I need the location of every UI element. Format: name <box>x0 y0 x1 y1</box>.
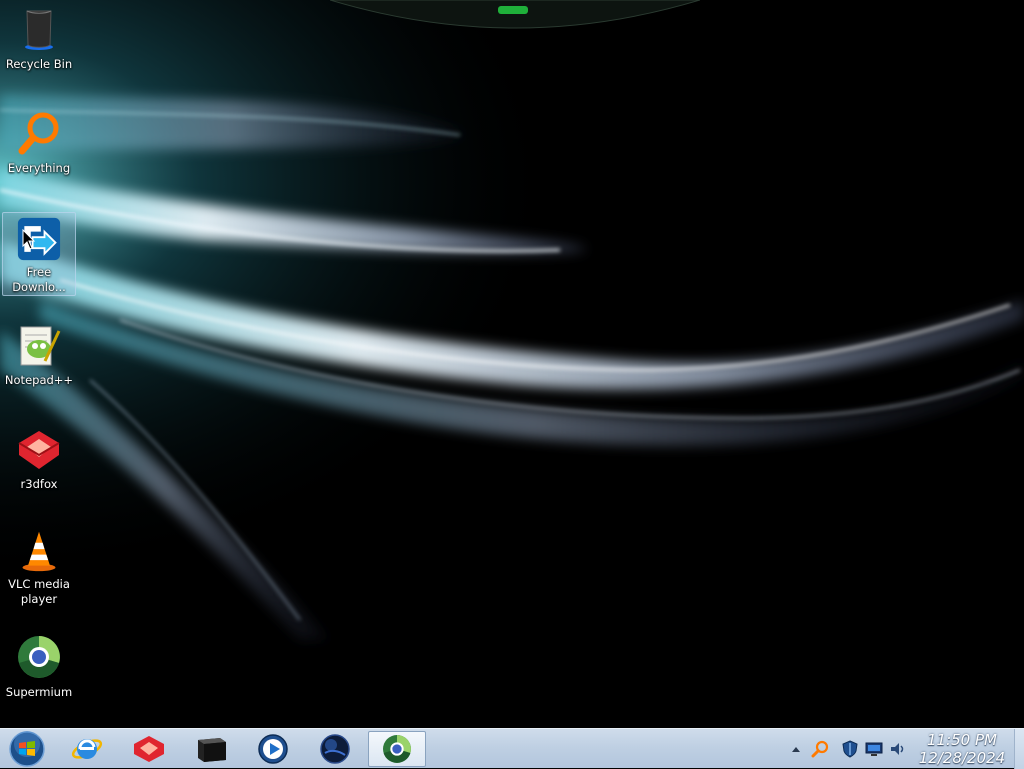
taskbar-terminal[interactable] <box>182 731 240 767</box>
security-shield-icon <box>842 740 858 758</box>
desktop-icon-label: Notepad++ <box>4 373 74 387</box>
taskbar-browser-globe[interactable] <box>306 731 364 767</box>
desktop-icon-label: Free Downlo... <box>12 265 66 294</box>
internet-explorer-icon <box>71 739 103 759</box>
terminal-icon <box>198 738 226 762</box>
taskbar-r3dfox[interactable] <box>120 731 178 767</box>
desktop-icon-column: Recycle Bin Everything Free Downlo... No… <box>0 0 80 728</box>
r3dfox-icon <box>18 431 60 469</box>
notepad-plus-plus-icon <box>20 326 61 366</box>
start-button[interactable] <box>0 731 54 767</box>
browser-globe-icon <box>320 734 350 764</box>
top-notch-decoration <box>330 0 700 29</box>
desktop-icon-recycle-bin[interactable]: Recycle Bin <box>2 0 76 84</box>
desktop-icon-label: Recycle Bin <box>5 57 73 71</box>
r3dfox-icon <box>134 736 164 762</box>
tray-everything[interactable] <box>810 739 830 759</box>
desktop-icon-r3dfox[interactable]: r3dfox <box>2 420 76 504</box>
desktop-icon-label: Everything <box>7 161 71 175</box>
desktop-icon-label: VLC media player <box>8 577 70 606</box>
desktop-icon-supermium[interactable]: Supermium <box>2 628 76 712</box>
desktop-icon-label: Supermium <box>5 685 73 699</box>
desktop-icon-notepad-plus-plus[interactable]: Notepad++ <box>2 316 76 400</box>
recycle-bin-icon <box>25 10 53 50</box>
vlc-icon <box>22 531 56 572</box>
taskbar-media-player[interactable] <box>244 731 302 767</box>
chevron-up-icon <box>792 747 800 752</box>
tray-network[interactable] <box>864 739 884 759</box>
everything-tray-icon <box>811 740 829 758</box>
show-hidden-icons-button[interactable] <box>786 739 806 759</box>
tray-volume[interactable] <box>888 739 908 759</box>
desktop-wallpaper <box>0 0 1024 728</box>
everything-search-icon <box>18 112 59 155</box>
desktop-icon-vlc[interactable]: VLC media player <box>2 524 76 608</box>
taskbar-internet-explorer[interactable] <box>58 731 116 767</box>
clock-time: 11:50 PM <box>927 731 997 749</box>
media-player-icon <box>258 734 288 764</box>
desktop-icon-free-download-manager[interactable]: Free Downlo... <box>2 212 76 296</box>
desktop-icon-everything[interactable]: Everything <box>2 104 76 188</box>
mouse-cursor-icon <box>22 229 36 250</box>
network-icon <box>865 742 883 756</box>
volume-icon <box>891 743 904 755</box>
supermium-icon <box>18 636 60 678</box>
show-desktop-button[interactable] <box>1014 729 1024 769</box>
indicator-light-icon <box>498 6 528 14</box>
supermium-icon <box>383 735 411 763</box>
taskbar: 11:50 PM 12/28/2024 <box>0 728 1024 769</box>
start-orb-icon <box>9 731 45 767</box>
tray-security[interactable] <box>840 739 860 759</box>
desktop-icon-label: r3dfox <box>20 477 58 491</box>
taskbar-clock[interactable]: 11:50 PM 12/28/2024 <box>914 731 1010 767</box>
clock-date: 12/28/2024 <box>918 749 1006 767</box>
taskbar-supermium[interactable] <box>368 731 426 767</box>
